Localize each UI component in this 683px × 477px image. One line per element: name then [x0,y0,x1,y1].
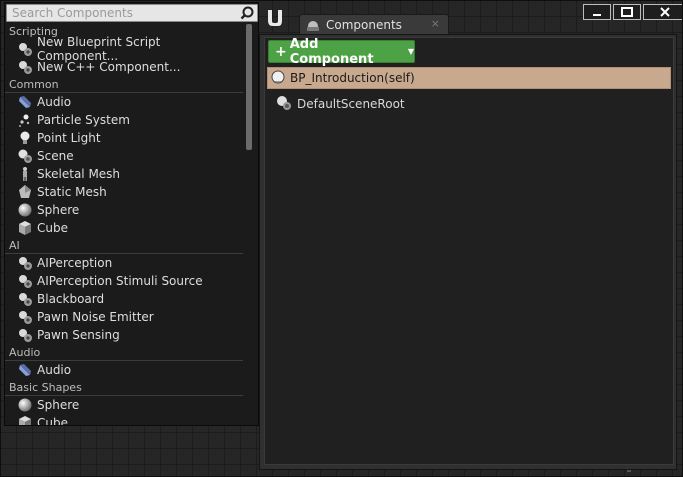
screen-border [0,0,683,477]
